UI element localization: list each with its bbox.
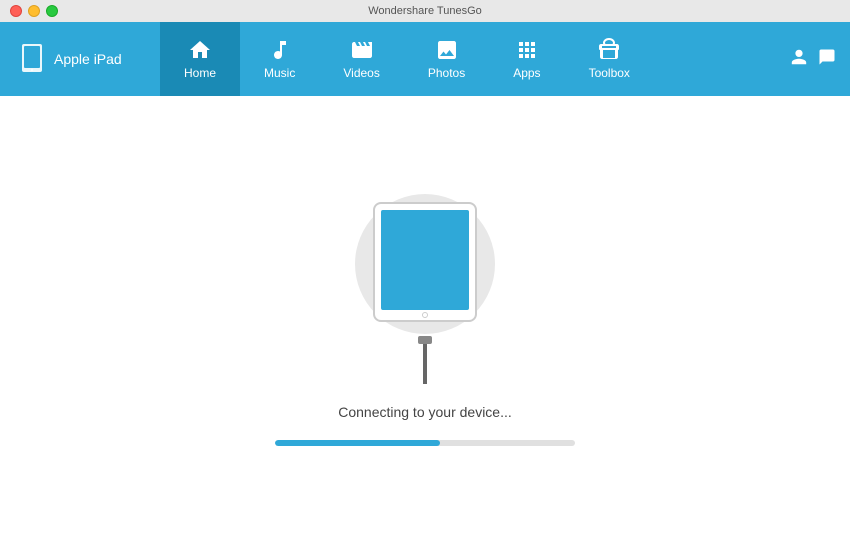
tab-music-label: Music	[264, 66, 295, 80]
tab-toolbox-label: Toolbox	[589, 66, 630, 80]
ipad-home-bar	[375, 310, 475, 320]
maximize-button[interactable]	[46, 5, 58, 17]
progress-bar-container	[275, 440, 575, 446]
tab-toolbox[interactable]: Toolbox	[565, 22, 654, 96]
tab-home-label: Home	[184, 66, 216, 80]
toolbox-icon	[597, 38, 621, 62]
progress-bar-fill	[275, 440, 440, 446]
tab-photos[interactable]: Photos	[404, 22, 489, 96]
close-button[interactable]	[10, 5, 22, 17]
tab-music[interactable]: Music	[240, 22, 319, 96]
music-icon	[268, 38, 292, 62]
minimize-button[interactable]	[28, 5, 40, 17]
title-bar: Wondershare TunesGo	[0, 0, 850, 22]
ipad-icon	[20, 44, 44, 74]
tab-apps[interactable]: Apps	[489, 22, 564, 96]
app-title: Wondershare TunesGo	[368, 5, 482, 17]
main-content: Connecting to your device...	[0, 96, 850, 534]
header-actions	[776, 48, 850, 71]
ipad-home-dot	[422, 312, 428, 318]
apps-icon	[515, 38, 539, 62]
ipad-screen	[381, 210, 469, 310]
device-label: Apple iPad	[0, 44, 160, 74]
status-text: Connecting to your device...	[338, 404, 512, 420]
ipad-body	[373, 202, 477, 322]
device-name: Apple iPad	[54, 51, 122, 67]
tab-home[interactable]: Home	[160, 22, 240, 96]
nav-tabs: Home Music Videos Photos	[160, 22, 776, 96]
tab-apps-label: Apps	[513, 66, 540, 80]
cable-wire	[423, 344, 427, 384]
home-icon	[188, 38, 212, 62]
device-illustration	[345, 184, 505, 384]
tab-videos-label: Videos	[343, 66, 379, 80]
feedback-icon[interactable]	[818, 48, 836, 71]
user-icon[interactable]	[790, 48, 808, 71]
photos-icon	[435, 38, 459, 62]
videos-icon	[350, 38, 374, 62]
cable-connector	[418, 336, 432, 344]
tab-photos-label: Photos	[428, 66, 465, 80]
traffic-lights	[10, 5, 58, 17]
header: Apple iPad Home Music Videos	[0, 22, 850, 96]
tab-videos[interactable]: Videos	[319, 22, 403, 96]
cable	[418, 336, 432, 384]
